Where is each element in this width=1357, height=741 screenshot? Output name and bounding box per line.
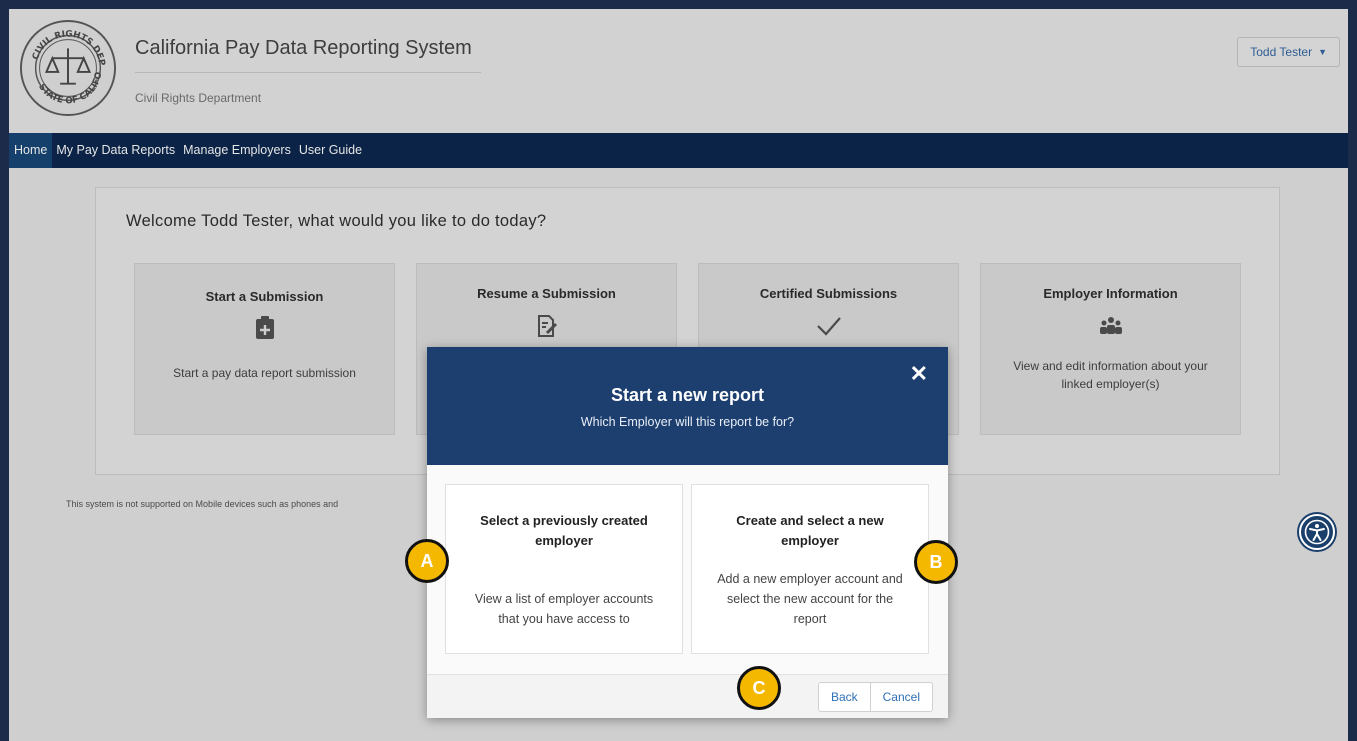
modal-header: Start a new report Which Employer will t… <box>427 347 948 465</box>
user-menu-button[interactable]: Todd Tester ▼ <box>1237 37 1340 67</box>
people-group-icon <box>981 313 1240 347</box>
card-title: Certified Submissions <box>759 286 898 301</box>
card-title: Employer Information <box>1043 286 1178 301</box>
card-title: Start a Submission <box>205 289 324 304</box>
modal-footer: Back Cancel <box>427 674 948 718</box>
card-title: Resume a Submission <box>477 286 616 301</box>
callout-marker-b: B <box>914 540 958 584</box>
option-title: Create and select a new employer <box>736 513 884 548</box>
modal-title: Start a new report <box>610 385 765 405</box>
caret-down-icon: ▼ <box>1318 47 1327 57</box>
main-nav: Home My Pay Data Reports Manage Employer… <box>9 133 1348 168</box>
user-name: Todd Tester <box>1250 45 1313 59</box>
checkmark-icon <box>699 313 958 347</box>
employer-information-card[interactable]: Employer Information View and edit infor… <box>980 263 1241 435</box>
footer-button-group: Back Cancel <box>817 682 933 712</box>
card-description: Start a pay data report submission <box>173 366 356 380</box>
option-description: Add a new employer account and select th… <box>717 572 903 626</box>
app-title: California Pay Data Reporting System <box>135 37 472 59</box>
app-window: CIVIL RIGHTS DEPARTMENT STATE OF CALIFOR… <box>9 9 1348 741</box>
callout-marker-a: A <box>405 539 449 583</box>
close-icon[interactable]: ✕ <box>910 363 928 385</box>
department-subtitle: Civil Rights Department <box>135 91 262 105</box>
new-report-modal: Start a new report Which Employer will t… <box>427 347 948 718</box>
modal-subtitle: Which Employer will this report be for? <box>580 415 795 429</box>
mobile-support-note: This system is not supported on Mobile d… <box>66 499 339 509</box>
card-description: View and edit information about your lin… <box>1013 359 1208 391</box>
edit-document-icon <box>417 313 676 347</box>
accessibility-icon[interactable] <box>1299 514 1335 550</box>
create-new-employer-option[interactable]: Create and select a new employer Add a n… <box>691 484 929 654</box>
clipboard-plus-icon <box>135 316 394 350</box>
option-title: Select a previously created employer <box>480 513 648 548</box>
department-seal-logo: CIVIL RIGHTS DEPARTMENT STATE OF CALIFOR… <box>19 19 117 117</box>
cancel-button[interactable]: Cancel <box>869 683 932 711</box>
back-button[interactable]: Back <box>819 683 870 711</box>
nav-my-pay-data-reports[interactable]: My Pay Data Reports <box>52 133 179 168</box>
start-submission-card[interactable]: Start a Submission Start a pay data repo… <box>134 263 395 435</box>
nav-home[interactable]: Home <box>9 133 53 168</box>
welcome-heading: Welcome Todd Tester, what would you like… <box>126 212 547 230</box>
title-divider <box>135 72 481 73</box>
nav-user-guide[interactable]: User Guide <box>295 133 366 168</box>
callout-marker-c: C <box>737 666 781 710</box>
modal-body: Select a previously created employer Vie… <box>427 465 948 674</box>
nav-manage-employers[interactable]: Manage Employers <box>179 133 295 168</box>
option-description: View a list of employer accounts that yo… <box>474 592 654 626</box>
app-header: CIVIL RIGHTS DEPARTMENT STATE OF CALIFOR… <box>9 9 1348 133</box>
select-existing-employer-option[interactable]: Select a previously created employer Vie… <box>445 484 683 654</box>
